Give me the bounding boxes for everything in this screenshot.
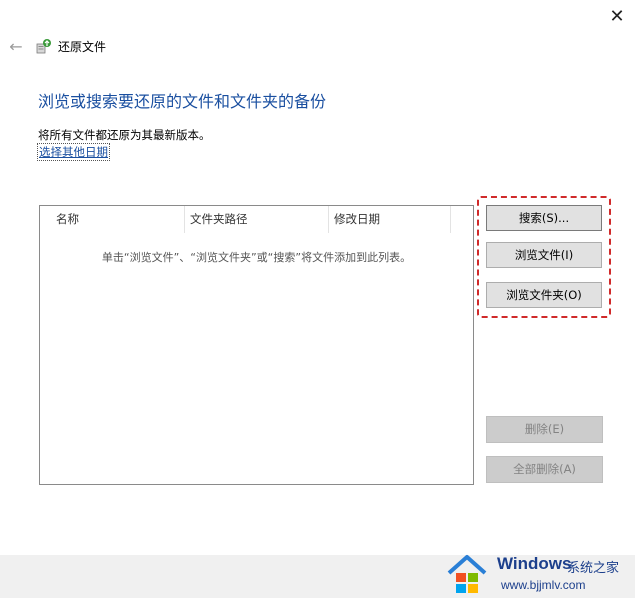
window-title: 还原文件 (58, 40, 107, 54)
column-header-name[interactable]: 名称 (40, 206, 185, 233)
back-arrow-icon: ← (9, 36, 23, 56)
page-heading: 浏览或搜索要还原的文件和文件夹的备份 (38, 92, 327, 111)
column-header-folder-path[interactable]: 文件夹路径 (185, 206, 329, 233)
close-button[interactable]: ✕ (603, 4, 631, 28)
browse-files-button[interactable]: 浏览文件(I) (486, 242, 602, 268)
empty-list-message: 单击“浏览文件”、“浏览文件夹”或“搜索”将文件添加到此列表。 (101, 251, 412, 264)
restore-files-icon (36, 39, 51, 54)
back-button[interactable]: ← (6, 36, 26, 56)
delete-all-button[interactable]: 全部删除(A) (486, 456, 603, 483)
watermark-url: www.bjjmlv.com (501, 578, 586, 592)
close-icon: ✕ (609, 5, 625, 27)
choose-other-date-link[interactable]: 选择其他日期 (37, 143, 110, 161)
watermark-subtitle: 系统之家 (567, 561, 620, 576)
search-button[interactable]: 搜索(S)... (486, 205, 602, 231)
restore-file-list[interactable]: 名称 文件夹路径 修改日期 单击“浏览文件”、“浏览文件夹”或“搜索”将文件添加… (39, 205, 474, 485)
watermark: Windows 系统之家 www.bjjmlv.com (445, 548, 635, 598)
description-text: 将所有文件都还原为其最新版本。 (38, 128, 211, 142)
watermark-title: Windows (497, 554, 572, 573)
delete-button[interactable]: 删除(E) (486, 416, 603, 443)
windows-house-logo-icon (447, 555, 487, 593)
column-header-modified-date[interactable]: 修改日期 (329, 206, 451, 233)
browse-folders-button[interactable]: 浏览文件夹(O) (486, 282, 602, 308)
